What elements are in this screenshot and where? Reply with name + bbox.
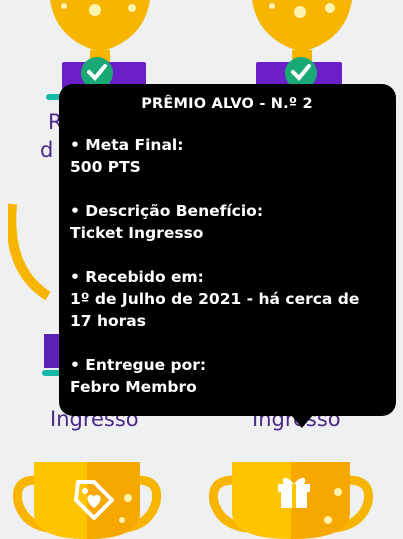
tooltip-field-label: • Meta Final:: [70, 136, 184, 154]
tooltip-field-recebido: • Recebido em: 1º de Julho de 2021 - há …: [70, 266, 384, 332]
tooltip-field-value: 500 PTS: [70, 158, 141, 176]
tag-heart-icon: [74, 480, 114, 520]
tooltip-field-value: 1º de Julho de 2021 - há cerca de 17 hor…: [70, 290, 360, 330]
card-label-top-left-2: d: [40, 138, 54, 162]
award-tooltip: PRÊMIO ALVO - N.º 2 • Meta Final: 500 PT…: [59, 84, 396, 428]
tooltip-field-meta: • Meta Final: 500 PTS: [70, 134, 384, 178]
tooltip-field-label: • Descrição Benefício:: [70, 202, 264, 220]
tooltip-title: PRÊMIO ALVO - N.º 2: [141, 96, 313, 112]
tooltip-field-label: • Recebido em:: [70, 268, 204, 286]
tooltip-field-descricao: • Descrição Benefício: Ticket Ingresso: [70, 200, 384, 244]
tooltip-field-value: Febro Membro: [70, 378, 197, 396]
tooltip-field-entregue: • Entregue por: Febro Membro: [70, 354, 384, 398]
tooltip-field-label: • Entregue por:: [70, 356, 207, 374]
tooltip-field-value: Ticket Ingresso: [70, 224, 204, 242]
gift-icon: [278, 477, 310, 508]
